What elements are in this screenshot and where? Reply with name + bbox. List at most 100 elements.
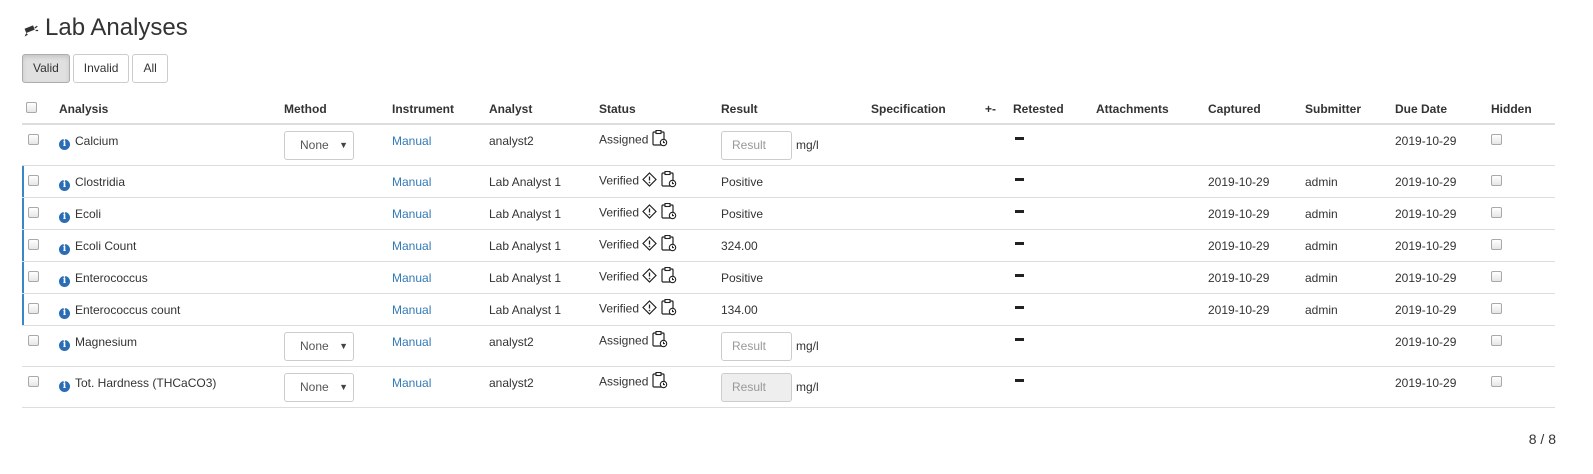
table-row[interactable]: i Calcium None ▼ Manual analyst2 Assigned Resul… xyxy=(22,124,1555,166)
select-all-checkbox[interactable] xyxy=(26,101,37,113)
captured-date: 2019-10-29 xyxy=(1208,302,1270,317)
result-input[interactable]: Result xyxy=(721,331,792,361)
retested-indicator xyxy=(1015,209,1024,213)
info-icon[interactable]: i xyxy=(59,339,70,351)
table-row[interactable]: i Ecoli Manual Lab Analyst 1 Verified Positiv… xyxy=(22,197,1555,230)
table-row[interactable]: i Ecoli Count Manual Lab Analyst 1 Verified 3… xyxy=(22,229,1555,262)
result-input[interactable]: Result xyxy=(721,372,792,402)
column-plusminus[interactable]: +- xyxy=(981,94,1009,125)
due-date: 2019-10-29 xyxy=(1395,334,1457,349)
page-title-text: Lab Analyses xyxy=(45,14,188,41)
captured-date: 2019-10-29 xyxy=(1208,174,1270,189)
captured-date xyxy=(1208,125,1297,133)
captured-date: 2019-10-29 xyxy=(1208,206,1270,221)
result-unit: mg/l xyxy=(796,379,819,394)
hidden-checkbox[interactable] xyxy=(1491,302,1502,314)
hidden-checkbox[interactable] xyxy=(1491,375,1502,387)
info-icon[interactable]: i xyxy=(59,139,70,150)
analyst-name: analyst2 xyxy=(489,375,534,390)
row-select-checkbox[interactable] xyxy=(28,375,39,387)
column-submitter[interactable]: Submitter xyxy=(1301,94,1391,125)
analysis-name: Ecoli Count xyxy=(75,238,137,253)
row-select-checkbox[interactable] xyxy=(28,238,39,250)
hidden-checkbox[interactable] xyxy=(1491,174,1502,186)
row-select-checkbox[interactable] xyxy=(28,302,39,314)
row-select-checkbox[interactable] xyxy=(28,174,39,186)
column-method[interactable]: Method xyxy=(280,94,388,125)
hidden-checkbox[interactable] xyxy=(1491,334,1502,346)
table-row[interactable]: i Clostridia Manual Lab Analyst 1 Verified Po… xyxy=(22,165,1555,198)
column-instrument[interactable]: Instrument xyxy=(388,94,485,125)
column-due-date[interactable]: Due Date xyxy=(1391,94,1487,125)
instrument-link[interactable]: Manual xyxy=(392,271,431,285)
status-text: Verified xyxy=(599,301,640,316)
info-icon[interactable]: i xyxy=(59,243,70,255)
column-attachments[interactable]: Attachments xyxy=(1092,94,1204,125)
info-icon[interactable]: i xyxy=(59,211,70,223)
instrument-link[interactable]: Manual xyxy=(392,303,431,317)
filter-invalid-button[interactable]: Invalid xyxy=(72,54,130,83)
column-captured[interactable]: Captured xyxy=(1204,94,1301,125)
row-select-checkbox[interactable] xyxy=(28,134,39,145)
info-icon[interactable]: i xyxy=(59,380,70,392)
analyst-name: analyst2 xyxy=(489,334,534,349)
instrument-link[interactable]: Manual xyxy=(392,134,431,148)
submitter-name xyxy=(1305,326,1387,334)
retested-indicator xyxy=(1015,337,1024,341)
due-date: 2019-10-29 xyxy=(1395,206,1457,221)
row-select-checkbox[interactable] xyxy=(28,270,39,282)
table-row[interactable]: i Magnesium None ▼ Manual analyst2 Assigned Res… xyxy=(22,325,1555,367)
result-unit: mg/l xyxy=(796,138,819,152)
info-icon[interactable]: i xyxy=(59,179,70,191)
instrument-link[interactable]: Manual xyxy=(392,175,431,189)
status-text: Verified xyxy=(599,173,640,188)
column-analysis[interactable]: Analysis xyxy=(55,94,280,125)
clipboard-clock-icon xyxy=(660,202,677,224)
table-row[interactable]: i Tot. Hardness (THCaCO3) None ▼ Manual analy… xyxy=(22,366,1555,408)
column-specification[interactable]: Specification xyxy=(867,94,981,125)
column-result[interactable]: Result xyxy=(717,94,867,125)
info-icon[interactable]: i xyxy=(59,307,70,319)
column-status[interactable]: Status xyxy=(595,94,717,125)
hidden-checkbox[interactable] xyxy=(1491,206,1502,218)
submitter-name: admin xyxy=(1305,238,1338,253)
filter-all-button[interactable]: All xyxy=(132,54,168,83)
column-hidden[interactable]: Hidden xyxy=(1487,94,1555,125)
column-analyst[interactable]: Analyst xyxy=(485,94,595,125)
result-value: 134.00 xyxy=(721,302,758,317)
filter-valid-button[interactable]: Valid xyxy=(22,54,70,83)
captured-date xyxy=(1208,326,1297,334)
column-retested[interactable]: Retested xyxy=(1009,94,1092,125)
hidden-checkbox[interactable] xyxy=(1491,238,1502,250)
method-select[interactable]: None ▼ xyxy=(284,372,354,402)
analyst-name: Lab Analyst 1 xyxy=(489,174,562,189)
submitter-name xyxy=(1305,125,1387,133)
row-select-checkbox[interactable] xyxy=(28,334,39,346)
method-select[interactable]: None ▼ xyxy=(284,331,354,361)
table-row[interactable]: i Enterococcus count Manual Lab Analyst 1 Ve… xyxy=(22,293,1555,326)
instrument-link[interactable]: Manual xyxy=(392,376,431,390)
result-input[interactable]: Result xyxy=(721,131,792,160)
status-text: Assigned xyxy=(599,374,649,389)
table-row[interactable]: i Enterococcus Manual Lab Analyst 1 Verified… xyxy=(22,261,1555,294)
retested-indicator xyxy=(1015,137,1024,140)
hidden-checkbox[interactable] xyxy=(1491,270,1502,282)
row-select-checkbox[interactable] xyxy=(28,206,39,218)
hidden-checkbox[interactable] xyxy=(1491,134,1502,145)
chevron-down-icon: ▼ xyxy=(339,140,348,150)
due-date: 2019-10-29 xyxy=(1395,174,1457,189)
clipboard-clock-icon xyxy=(660,234,677,256)
analysis-name: Clostridia xyxy=(75,174,126,189)
result-value: Positive xyxy=(721,206,764,221)
method-select-value: None xyxy=(300,379,329,394)
method-select[interactable]: None ▼ xyxy=(284,131,354,160)
info-icon[interactable]: i xyxy=(59,275,70,287)
result-unit: mg/l xyxy=(796,338,819,353)
analyst-name: Lab Analyst 1 xyxy=(489,206,562,221)
analysis-name: Enterococcus count xyxy=(75,302,181,317)
instrument-link[interactable]: Manual xyxy=(392,239,431,253)
instrument-link[interactable]: Manual xyxy=(392,207,431,221)
instrument-link[interactable]: Manual xyxy=(392,335,431,349)
filter-buttons: Valid Invalid All xyxy=(22,54,168,83)
page-title: Lab Analyses xyxy=(22,14,188,42)
